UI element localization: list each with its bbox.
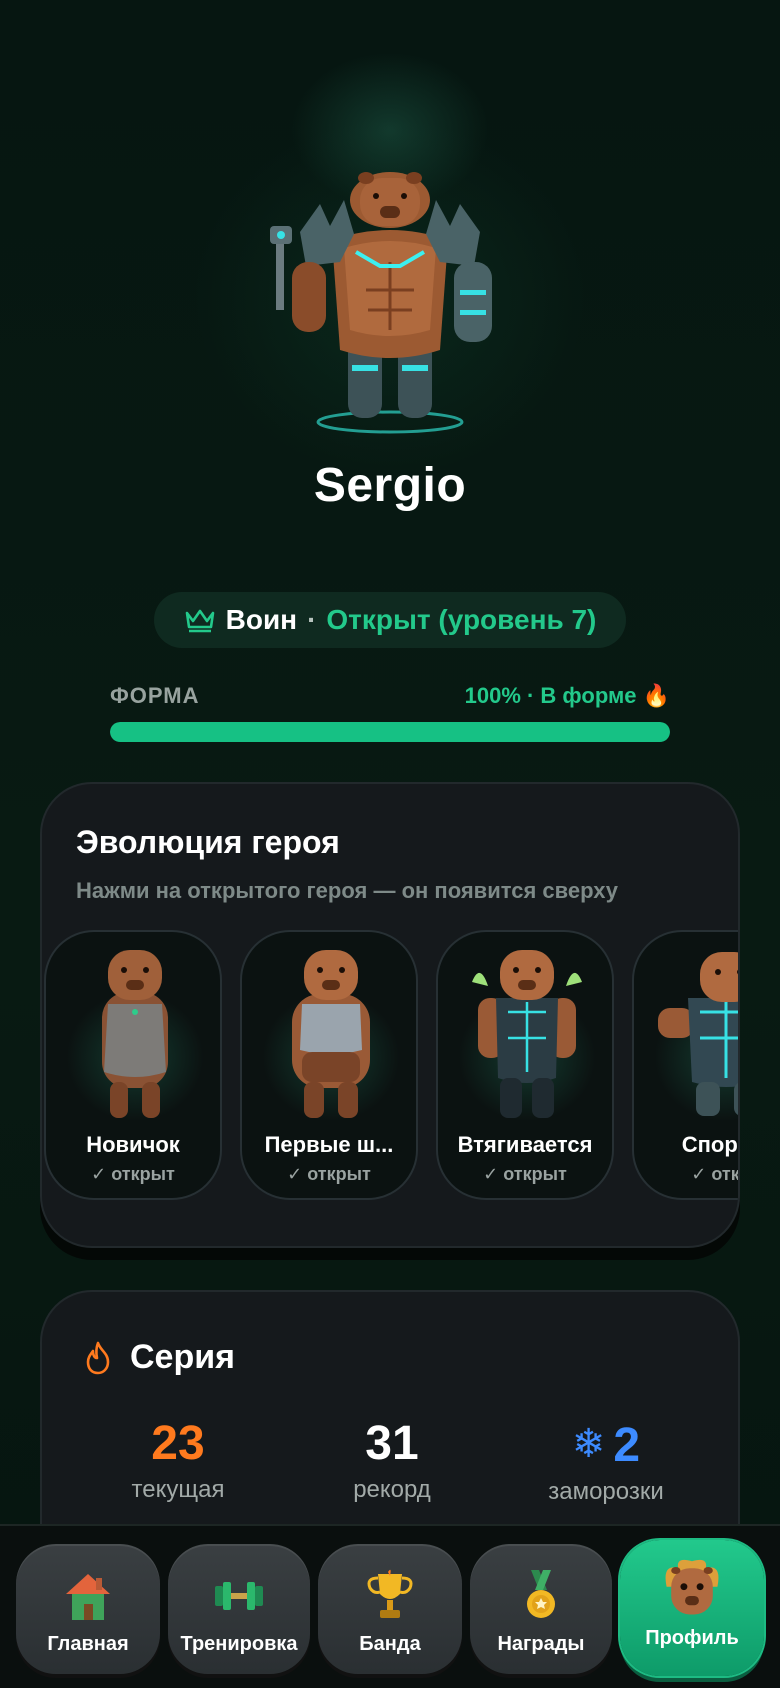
- form-row: ФОРМА 100% · В форме 🔥: [110, 680, 670, 712]
- streak-current-value: 23: [151, 1417, 205, 1470]
- capybara-getting-in-image: [472, 950, 582, 1118]
- capybara-avatar-icon: [665, 1559, 719, 1615]
- nav-item-label: Главная: [47, 1633, 129, 1655]
- capybara-novice-image: [102, 950, 168, 1118]
- nav-item-label: Банда: [359, 1633, 421, 1655]
- evolution-item-status: ✓ откр: [691, 1164, 740, 1184]
- nav-item-workout[interactable]: Тренировка: [168, 1544, 310, 1674]
- evolution-title: Эволюция героя: [76, 824, 340, 860]
- hero-name: Sergio: [313, 459, 467, 512]
- nav-item-profile[interactable]: Профиль: [620, 1540, 764, 1676]
- nav-item-gang[interactable]: Банда: [318, 1544, 462, 1674]
- nav-item-rewards[interactable]: Награды: [470, 1544, 612, 1674]
- evolution-carousel[interactable]: Новичок ✓ открыт Первые ш... ✓ открыт Вт…: [44, 930, 740, 1202]
- streak-freezes-value: ❄ 2: [496, 1416, 716, 1474]
- nav-item-home[interactable]: Главная: [16, 1544, 160, 1674]
- evolution-item-status: ✓ открыт: [287, 1164, 371, 1184]
- evolution-item-athlete[interactable]: Спортс ✓ откр: [632, 930, 740, 1200]
- capybara-first-steps-image: [292, 950, 370, 1118]
- evolution-item-label: Спортс: [681, 1132, 738, 1157]
- hero-capybara-warrior-image[interactable]: [270, 170, 510, 435]
- nav-item-label: Награды: [497, 1633, 585, 1655]
- streak-record-caption: рекорд: [353, 1476, 431, 1503]
- evolution-item-label: Втягивается: [457, 1132, 593, 1157]
- bottom-nav: Главная Тренировка Банда Награды Профиль: [0, 1524, 780, 1688]
- form-progress-fill: [110, 722, 670, 742]
- evolution-item-novice[interactable]: Новичок ✓ открыт: [44, 930, 222, 1200]
- evolution-item-getting-in[interactable]: Втягивается ✓ открыт: [436, 930, 614, 1200]
- form-progress-bar: [110, 722, 670, 742]
- streak-record: 31 рекорд: [282, 1416, 502, 1504]
- snowflake-icon: ❄: [571, 1422, 606, 1466]
- hero-class-badge: Воин · Открыт (уровень 7): [154, 592, 626, 648]
- house-icon: [66, 1574, 110, 1620]
- streak-freezes-caption: заморозки: [548, 1478, 664, 1505]
- streak-current: 23 текущая: [68, 1416, 288, 1504]
- nav-item-label: Тренировка: [180, 1633, 298, 1655]
- hero-evolution-card: Эволюция героя Нажми на открытого героя …: [40, 782, 740, 1248]
- evolution-item-status: ✓ открыт: [91, 1164, 175, 1184]
- evolution-item-label: Новичок: [86, 1132, 180, 1157]
- class-separator: ·: [307, 604, 317, 635]
- trophy-icon: [367, 1569, 413, 1618]
- evolution-item-first-steps[interactable]: Первые ш... ✓ открыт: [240, 930, 418, 1200]
- form-value: 100% · В форме 🔥: [464, 683, 670, 708]
- hero-section: Sergio: [0, 0, 780, 520]
- hero-class-status: Открыт (уровень 7): [326, 604, 597, 635]
- evolution-item-status: ✓ открыт: [483, 1164, 567, 1184]
- dumbbell-icon: [215, 1582, 263, 1610]
- streak-record-value: 31: [365, 1417, 419, 1470]
- evolution-item-label: Первые ш...: [264, 1132, 394, 1157]
- streak-freezes: ❄ 2 заморозки: [496, 1416, 716, 1506]
- streak-current-caption: текущая: [131, 1476, 225, 1503]
- capybara-athlete-image: [658, 952, 738, 1116]
- streak-header: Серия: [84, 1338, 235, 1377]
- crown-icon: [185, 609, 214, 633]
- flame-icon: [86, 1341, 110, 1374]
- hero-class-name: Воин: [225, 604, 298, 635]
- evolution-subtitle: Нажми на открытого героя — он появится с…: [76, 878, 618, 903]
- streak-title: Серия: [130, 1338, 235, 1376]
- form-label: ФОРМА: [110, 683, 200, 708]
- medal-icon: [527, 1570, 555, 1618]
- freezes-count: 2: [613, 1419, 641, 1472]
- nav-item-label: Профиль: [645, 1627, 739, 1649]
